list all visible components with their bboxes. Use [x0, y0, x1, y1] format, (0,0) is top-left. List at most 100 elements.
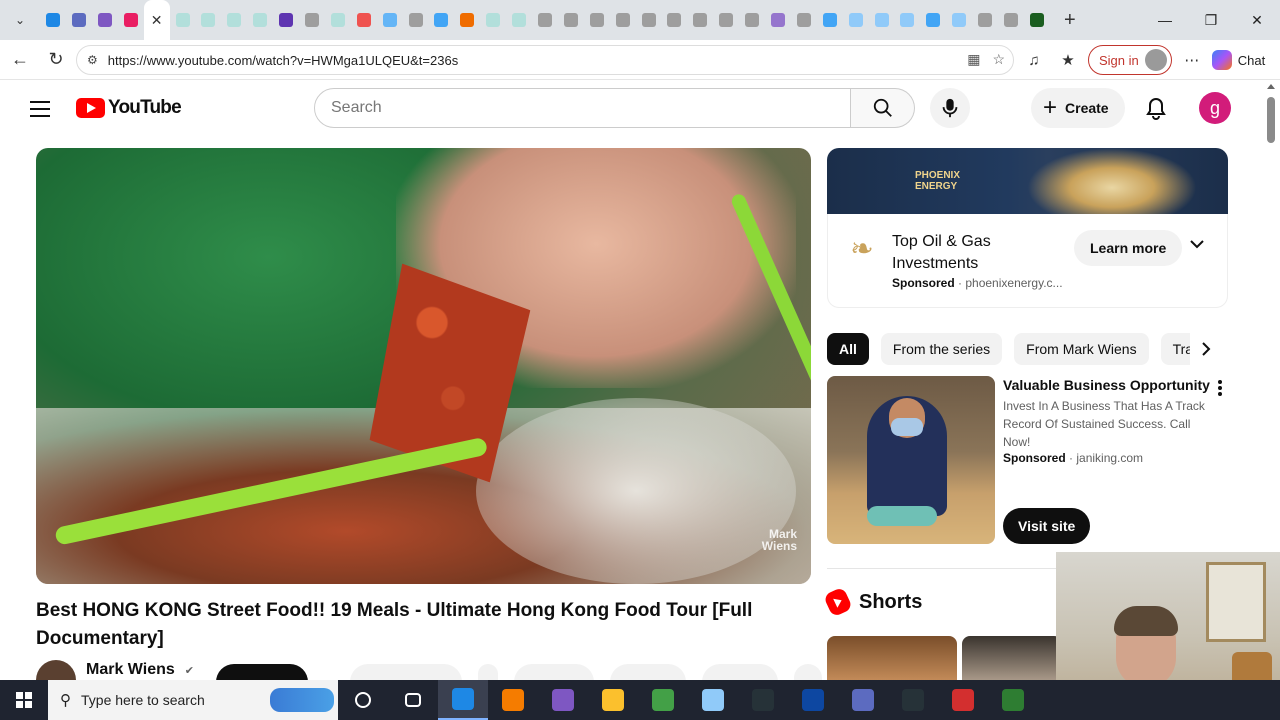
notifications-button[interactable]: [1138, 90, 1174, 126]
browser-tab[interactable]: [506, 0, 532, 40]
browser-tab[interactable]: [247, 0, 273, 40]
browser-tab[interactable]: [713, 0, 739, 40]
sponsored-title[interactable]: Valuable Business Opportunity: [1003, 377, 1210, 393]
site-info-icon[interactable]: ⚙: [87, 53, 98, 67]
taskbar-app[interactable]: [388, 680, 438, 720]
browser-tab[interactable]: [454, 0, 480, 40]
taskbar-app[interactable]: [338, 680, 388, 720]
browser-tab[interactable]: [403, 0, 429, 40]
address-url[interactable]: https://www.youtube.com/watch?v=HWMga1UL…: [108, 53, 458, 68]
sponsored-more-vert-icon[interactable]: [1212, 378, 1228, 398]
back-arrow-icon[interactable]: ←: [2, 42, 38, 78]
copilot-chat-button[interactable]: Chat: [1211, 50, 1265, 70]
browser-tab[interactable]: [636, 0, 662, 40]
taskbar-app[interactable]: [438, 680, 488, 720]
taskbar-app[interactable]: [988, 680, 1038, 720]
youtube-logo[interactable]: YouTube: [76, 97, 182, 119]
menu-hamburger-icon[interactable]: [28, 97, 52, 121]
scrollbar-thumb[interactable]: [1267, 97, 1275, 143]
app-available-icon[interactable]: ▦: [967, 51, 980, 68]
browser-tab[interactable]: [92, 0, 118, 40]
browser-tab[interactable]: ✕: [143, 0, 170, 40]
browser-tab[interactable]: [584, 0, 610, 40]
tab-list-chevron-icon[interactable]: ⌄: [0, 0, 40, 40]
browser-tab[interactable]: [610, 0, 636, 40]
browser-tab[interactable]: [558, 0, 584, 40]
ad-expand-chevron-icon[interactable]: [1190, 236, 1204, 252]
browser-tab[interactable]: [946, 0, 972, 40]
browser-tab[interactable]: [972, 0, 998, 40]
browser-tab[interactable]: [40, 0, 66, 40]
browser-tab[interactable]: [1024, 0, 1050, 40]
short-thumbnail[interactable]: [962, 636, 1062, 680]
create-button[interactable]: + Create: [1031, 88, 1125, 128]
taskbar-app[interactable]: [638, 680, 688, 720]
ad-title[interactable]: Top Oil & Gas Investments: [892, 231, 1062, 275]
browser-tab[interactable]: [273, 0, 299, 40]
close-tab-icon[interactable]: ✕: [151, 12, 163, 29]
visit-site-button[interactable]: Visit site: [1003, 508, 1091, 544]
close-window-icon[interactable]: ✕: [1234, 0, 1280, 40]
search-input[interactable]: Search: [314, 88, 851, 128]
taskbar-app[interactable]: [738, 680, 788, 720]
taskbar-app[interactable]: [888, 680, 938, 720]
browser-tab[interactable]: [428, 0, 454, 40]
taskbar-app[interactable]: [788, 680, 838, 720]
account-avatar[interactable]: g: [1199, 92, 1231, 124]
browser-tab[interactable]: [221, 0, 247, 40]
scroll-up-arrow-icon[interactable]: [1267, 84, 1275, 89]
browser-tab[interactable]: [118, 0, 144, 40]
taskbar-app[interactable]: [938, 680, 988, 720]
filter-chip[interactable]: From Mark Wiens: [1014, 333, 1149, 365]
learn-more-button[interactable]: Learn more: [1074, 230, 1183, 266]
minimize-icon[interactable]: —: [1142, 0, 1188, 40]
taskbar-app[interactable]: [488, 680, 538, 720]
more-options-icon[interactable]: ⋯: [1178, 46, 1206, 74]
chips-next-arrow-icon[interactable]: [1190, 333, 1222, 365]
browser-tab[interactable]: [195, 0, 221, 40]
filter-chip[interactable]: All: [827, 333, 869, 365]
browser-tab[interactable]: [299, 0, 325, 40]
taskbar-app[interactable]: [588, 680, 638, 720]
browser-tab[interactable]: [351, 0, 377, 40]
reload-icon[interactable]: ↻: [38, 42, 74, 78]
favorites-icon[interactable]: ★: [1054, 46, 1082, 74]
browser-tab[interactable]: [843, 0, 869, 40]
sign-in-button[interactable]: Sign in: [1088, 45, 1172, 75]
ad-banner-image[interactable]: PHOENIX ENERGY: [827, 148, 1228, 214]
search-button[interactable]: [851, 88, 915, 128]
filter-chip[interactable]: From the series: [880, 333, 1003, 365]
taskbar-app[interactable]: [688, 680, 738, 720]
video-player[interactable]: Mark Wiens: [36, 148, 811, 584]
browser-tab[interactable]: [817, 0, 843, 40]
restore-icon[interactable]: ❐: [1188, 0, 1234, 40]
voice-search-button[interactable]: [930, 88, 970, 128]
favorite-star-icon[interactable]: ☆: [992, 51, 1005, 68]
taskbar-app[interactable]: [838, 680, 888, 720]
sponsored-thumbnail[interactable]: [827, 376, 995, 544]
read-aloud-icon[interactable]: ♫: [1020, 46, 1048, 74]
browser-tab[interactable]: [920, 0, 946, 40]
browser-tab[interactable]: [687, 0, 713, 40]
new-tab-plus-icon[interactable]: +: [1050, 9, 1090, 32]
browser-tab[interactable]: [765, 0, 791, 40]
taskbar-app[interactable]: [538, 680, 588, 720]
browser-tab[interactable]: [170, 0, 196, 40]
browser-tab[interactable]: [998, 0, 1024, 40]
channel-avatar[interactable]: [36, 660, 76, 680]
browser-tab[interactable]: [377, 0, 403, 40]
taskbar-search-box[interactable]: ⚲ Type here to search: [48, 680, 338, 720]
browser-tab[interactable]: [791, 0, 817, 40]
browser-tab[interactable]: [739, 0, 765, 40]
browser-tab[interactable]: [480, 0, 506, 40]
start-button[interactable]: [0, 680, 48, 720]
short-thumbnail[interactable]: [827, 636, 957, 680]
browser-tab[interactable]: [325, 0, 351, 40]
browser-tab[interactable]: [869, 0, 895, 40]
browser-tab[interactable]: [532, 0, 558, 40]
browser-tab[interactable]: [66, 0, 92, 40]
browser-tab[interactable]: [895, 0, 921, 40]
address-bar[interactable]: ⚙ https://www.youtube.com/watch?v=HWMga1…: [76, 45, 1014, 75]
channel-name[interactable]: Mark Wiens: [86, 661, 175, 679]
browser-tab[interactable]: [661, 0, 687, 40]
